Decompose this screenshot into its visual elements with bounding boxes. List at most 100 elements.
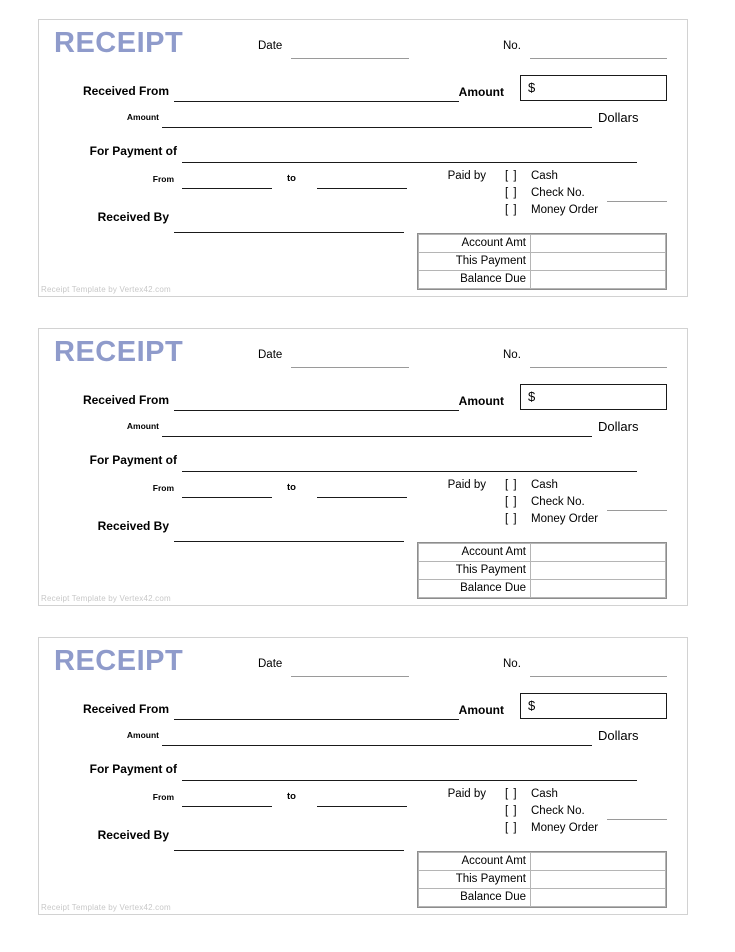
received-from-label: Received From [82,393,169,407]
receipt-number-input[interactable] [530,367,667,368]
checkbox-check[interactable]: [ ] [505,496,518,508]
amount-label: Amount [458,85,504,99]
amount-words-input[interactable] [162,436,592,437]
received-by-input[interactable] [174,850,404,851]
amount-words-input[interactable] [162,745,592,746]
template-credit: Receipt Template by Vertex42.com [41,594,171,603]
received-by-input[interactable] [174,541,404,542]
this-payment-label: This Payment [418,870,531,889]
period-to-label: to [287,482,296,493]
period-from-label: From [152,483,174,493]
dollar-sign-icon: $ [528,698,536,713]
amount-words-label: Amount [126,730,159,740]
receipt-body: RECEIPT Date No. Received From Amount $ … [39,638,687,914]
table-row: Account Amt [418,543,666,562]
received-from-input[interactable] [174,719,459,720]
checkbox-check[interactable]: [ ] [505,187,518,199]
received-by-label: Received By [97,210,169,224]
receipt-body: RECEIPT Date No. Received From Amount $ … [39,20,687,296]
amount-summary-table: Account Amt This Payment Balance Due [417,542,667,599]
for-payment-of-input[interactable] [182,162,637,163]
account-amt-label: Account Amt [418,234,531,253]
this-payment-input[interactable] [530,252,666,271]
page-title: RECEIPT [54,336,184,368]
received-from-input[interactable] [174,410,459,411]
checkbox-money-order[interactable]: [ ] [505,822,518,834]
this-payment-input[interactable] [530,561,666,580]
checkbox-cash[interactable]: [ ] [505,479,518,491]
amount-input[interactable]: $ [520,75,667,101]
period-from-label: From [152,174,174,184]
check-number-input[interactable] [607,201,667,202]
page-title: RECEIPT [54,645,184,677]
balance-due-input[interactable] [530,270,666,289]
date-input[interactable] [291,58,409,59]
page-title: RECEIPT [54,27,184,59]
for-payment-of-label: For Payment of [89,144,177,158]
date-input[interactable] [291,367,409,368]
period-from-input[interactable] [182,806,272,807]
table-row: Balance Due [418,270,666,289]
balance-due-label: Balance Due [418,579,531,598]
checkbox-money-order[interactable]: [ ] [505,204,518,216]
amount-words-label: Amount [126,421,159,431]
checkbox-cash[interactable]: [ ] [505,170,518,182]
this-payment-label: This Payment [418,561,531,580]
template-credit: Receipt Template by Vertex42.com [41,285,171,294]
date-input[interactable] [291,676,409,677]
dollars-label: Dollars [598,110,639,125]
balance-due-label: Balance Due [418,270,531,289]
period-from-input[interactable] [182,188,272,189]
amount-input[interactable]: $ [520,384,667,410]
received-by-input[interactable] [174,232,404,233]
for-payment-of-label: For Payment of [89,453,177,467]
check-number-input[interactable] [607,510,667,511]
dollars-label: Dollars [598,419,639,434]
dollar-sign-icon: $ [528,389,536,404]
period-to-input[interactable] [317,188,407,189]
receipt-card: RECEIPT Date No. Received From Amount $ … [38,328,688,606]
date-label: Date [258,658,283,670]
paid-by-option-money-order: Money Order [531,204,599,216]
account-amt-input[interactable] [530,852,666,871]
checkbox-cash[interactable]: [ ] [505,788,518,800]
receipt-number-input[interactable] [530,58,667,59]
period-to-label: to [287,173,296,184]
received-from-label: Received From [82,702,169,716]
paid-by-option-cash: Cash [531,170,558,182]
balance-due-input[interactable] [530,888,666,907]
paid-by-option-cash: Cash [531,479,558,491]
dollar-sign-icon: $ [528,80,536,95]
period-from-input[interactable] [182,497,272,498]
received-from-input[interactable] [174,101,459,102]
account-amt-input[interactable] [530,234,666,253]
check-number-input[interactable] [607,819,667,820]
paid-by-option-check-no: Check No. [531,805,585,817]
receipt-body: RECEIPT Date No. Received From Amount $ … [39,329,687,605]
amount-input[interactable]: $ [520,693,667,719]
account-amt-label: Account Amt [418,852,531,871]
paid-by-label: Paid by [447,170,486,182]
checkbox-money-order[interactable]: [ ] [505,513,518,525]
account-amt-label: Account Amt [418,543,531,562]
amount-label: Amount [458,703,504,717]
amount-summary-table: Account Amt This Payment Balance Due [417,851,667,908]
checkbox-check[interactable]: [ ] [505,805,518,817]
amount-words-input[interactable] [162,127,592,128]
period-to-input[interactable] [317,806,407,807]
period-to-input[interactable] [317,497,407,498]
account-amt-input[interactable] [530,543,666,562]
receipt-card: RECEIPT Date No. Received From Amount $ … [38,637,688,915]
table-row: Balance Due [418,579,666,598]
paid-by-option-money-order: Money Order [531,822,599,834]
for-payment-of-input[interactable] [182,780,637,781]
for-payment-of-input[interactable] [182,471,637,472]
table-row: Account Amt [418,852,666,871]
received-from-label: Received From [82,84,169,98]
balance-due-input[interactable] [530,579,666,598]
amount-words-label: Amount [126,112,159,122]
this-payment-input[interactable] [530,870,666,889]
table-row: This Payment [418,870,666,889]
period-to-label: to [287,791,296,802]
receipt-number-input[interactable] [530,676,667,677]
